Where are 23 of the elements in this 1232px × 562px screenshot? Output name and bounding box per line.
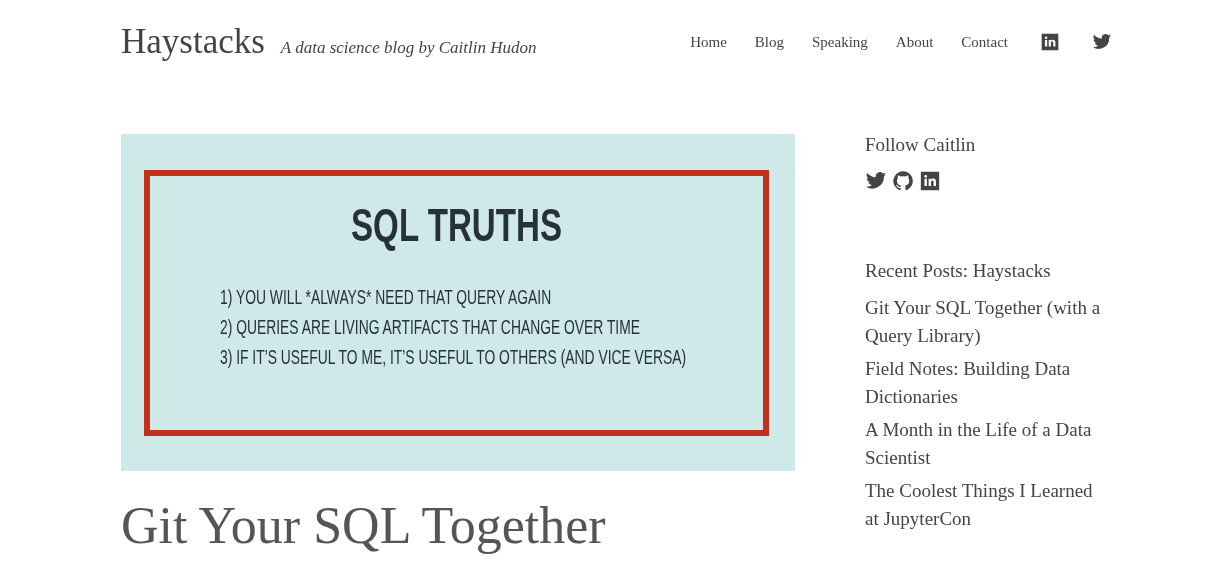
twitter-icon[interactable]	[1092, 32, 1112, 52]
nav-link[interactable]: About	[895, 33, 934, 51]
recent-post-link[interactable]: Git Your SQL Together (with a Query Library)	[865, 294, 1111, 350]
linkedin-icon[interactable]	[919, 170, 941, 192]
site-tagline: A data science blog by Caitlin Hudon	[280, 38, 537, 58]
widget-title: Follow Caitlin	[865, 134, 976, 156]
linkedin-icon[interactable]	[1040, 32, 1060, 52]
image-text-line: 3) IF IT’S USEFUL TO ME, IT’S USEFUL TO OTHERS (AND VICE VERSA)	[220, 344, 687, 370]
post-title[interactable]: Git Your SQL Together	[121, 497, 795, 555]
recent-post-link[interactable]: The Coolest Things I Learned at JupyterCon	[865, 477, 1111, 533]
recent-post-link[interactable]: A Month in the Life of a Data Scientist	[865, 416, 1111, 472]
nav-link[interactable]: Speaking	[812, 33, 868, 51]
image-text-line: 1) YOU WILL *ALWAYS* NEED THAT QUERY AGAIN	[220, 284, 553, 310]
site-title[interactable]: Haystacks	[121, 22, 265, 62]
nav-link[interactable]: Home	[690, 33, 727, 51]
nav-link[interactable]: Contact	[961, 33, 1008, 51]
image-text-line: 2) QUERIES ARE LIVING ARTIFACTS THAT CHANGE OVER TIME	[220, 314, 641, 340]
nav-link[interactable]: Blog	[754, 33, 784, 51]
image-title: SQL TRUTHS	[351, 198, 562, 252]
widget-title: Recent Posts: Haystacks	[865, 260, 1051, 282]
twitter-icon[interactable]	[865, 170, 887, 192]
recent-post-link[interactable]: Field Notes: Building Data Dictionaries	[865, 355, 1111, 411]
github-icon[interactable]	[892, 170, 914, 192]
